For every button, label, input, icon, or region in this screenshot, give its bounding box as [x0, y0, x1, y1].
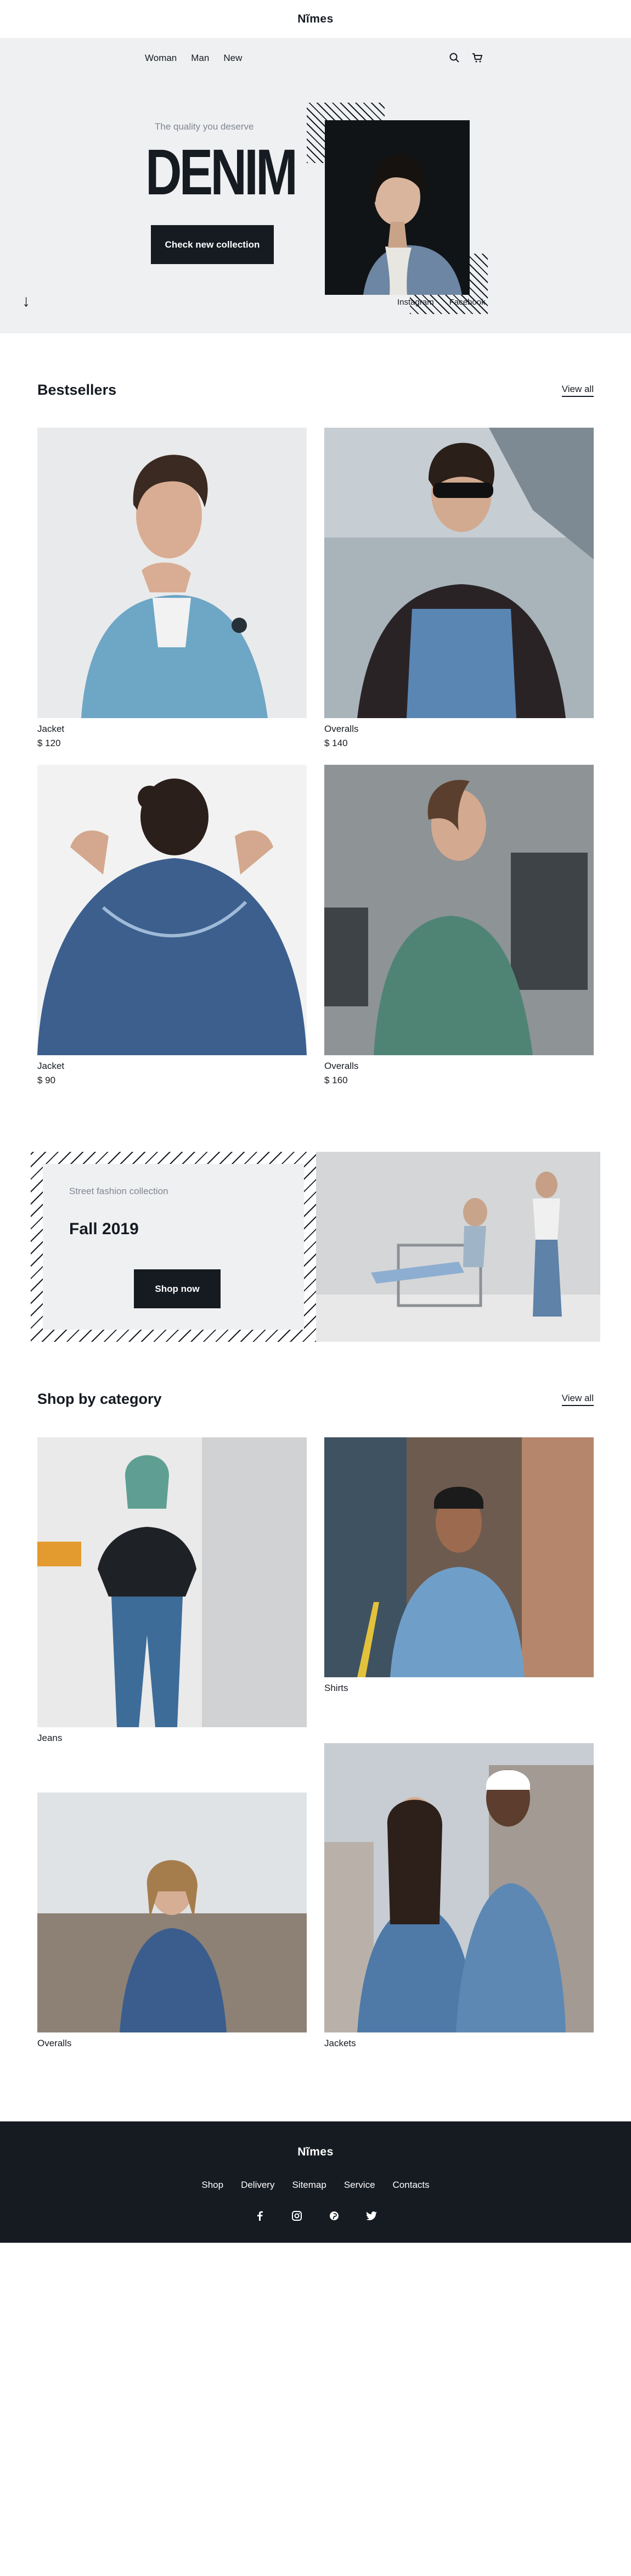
shop-now-button[interactable]: Shop now — [134, 1269, 221, 1308]
nav-woman[interactable]: Woman — [145, 53, 177, 64]
twitter-icon[interactable] — [366, 2210, 377, 2221]
product-name: Overalls — [324, 1061, 359, 1071]
product-image[interactable] — [37, 428, 307, 718]
instagram-icon[interactable] — [291, 2210, 302, 2221]
facebook-icon[interactable] — [254, 2210, 265, 2221]
hero-tagline: The quality you deserve — [155, 121, 254, 132]
nav-man[interactable]: Man — [191, 53, 209, 64]
footer-link-contacts[interactable]: Contacts — [393, 2180, 430, 2191]
footer-link-sitemap[interactable]: Sitemap — [292, 2180, 326, 2191]
header-icons — [449, 52, 483, 63]
scroll-down-icon[interactable]: ↓ — [22, 293, 30, 310]
facebook-link[interactable]: Facebook — [449, 298, 486, 307]
product-card[interactable]: Overalls $ 140 — [324, 428, 594, 749]
bestsellers-header: Bestsellers View all — [37, 382, 594, 399]
category-card[interactable]: Shirts — [324, 1437, 594, 1694]
promo-title: Fall 2019 — [69, 1220, 139, 1238]
nav-new[interactable]: New — [223, 53, 242, 64]
brand-logo[interactable]: Nĩmes — [297, 13, 334, 26]
category-name: Shirts — [324, 1683, 348, 1693]
product-price: $ 120 — [37, 738, 61, 748]
hero-headline: DENIM — [145, 136, 298, 209]
footer-nav: Shop Delivery Sitemap Service Contacts — [0, 2180, 631, 2191]
bestsellers-title: Bestsellers — [37, 382, 117, 398]
category-image[interactable] — [37, 1437, 307, 1727]
top-bar: Nĩmes — [0, 0, 631, 38]
category-name: Overalls — [37, 2038, 72, 2048]
hero-model-photo — [325, 120, 470, 295]
footer: Nĩmes Shop Delivery Sitemap Service Cont… — [0, 2121, 631, 2243]
category-view-all-link[interactable]: View all — [561, 1393, 594, 1406]
product-image[interactable] — [37, 765, 307, 1055]
product-price: $ 140 — [324, 738, 348, 748]
pinterest-icon[interactable] — [329, 2210, 340, 2221]
category-card[interactable]: Jackets — [324, 1743, 594, 2049]
promo-subtitle: Street fashion collection — [69, 1186, 168, 1196]
product-card[interactable]: Jacket $ 90 — [37, 765, 307, 1086]
product-name: Jacket — [37, 724, 65, 734]
hero-social-links: Instagram Facebook — [397, 298, 486, 307]
footer-social-icons — [0, 2210, 631, 2221]
product-card[interactable]: Jacket $ 120 — [37, 428, 307, 749]
hero-image-frame — [307, 103, 488, 314]
footer-link-delivery[interactable]: Delivery — [241, 2180, 274, 2191]
instagram-link[interactable]: Instagram — [397, 298, 434, 307]
product-price: $ 160 — [324, 1075, 348, 1085]
search-icon[interactable] — [449, 52, 460, 63]
category-image[interactable] — [324, 1437, 594, 1677]
check-collection-button[interactable]: Check new collection — [151, 225, 274, 264]
product-name: Overalls — [324, 724, 359, 734]
footer-brand[interactable]: Nĩmes — [0, 2146, 631, 2159]
footer-link-service[interactable]: Service — [344, 2180, 375, 2191]
product-price: $ 90 — [37, 1075, 56, 1085]
main-nav: Woman Man New — [145, 53, 242, 64]
product-image[interactable] — [324, 428, 594, 718]
hero-section: Woman Man New The quality you deserve DE… — [0, 38, 631, 333]
promo-photo — [316, 1152, 600, 1342]
cart-icon[interactable] — [472, 52, 483, 63]
category-header: Shop by category View all — [37, 1391, 594, 1408]
product-name: Jacket — [37, 1061, 65, 1071]
category-card[interactable]: Jeans — [37, 1437, 307, 1744]
category-title: Shop by category — [37, 1391, 162, 1407]
promo-hatched-border — [31, 1152, 316, 1342]
category-name: Jackets — [324, 2038, 356, 2048]
product-image[interactable] — [324, 765, 594, 1055]
product-card[interactable]: Overalls $ 160 — [324, 765, 594, 1086]
category-image[interactable] — [37, 1793, 307, 2032]
footer-link-shop[interactable]: Shop — [201, 2180, 223, 2191]
category-name: Jeans — [37, 1733, 63, 1743]
category-card[interactable]: Overalls — [37, 1793, 307, 2049]
bestsellers-view-all-link[interactable]: View all — [561, 384, 594, 397]
category-image[interactable] — [324, 1743, 594, 2032]
